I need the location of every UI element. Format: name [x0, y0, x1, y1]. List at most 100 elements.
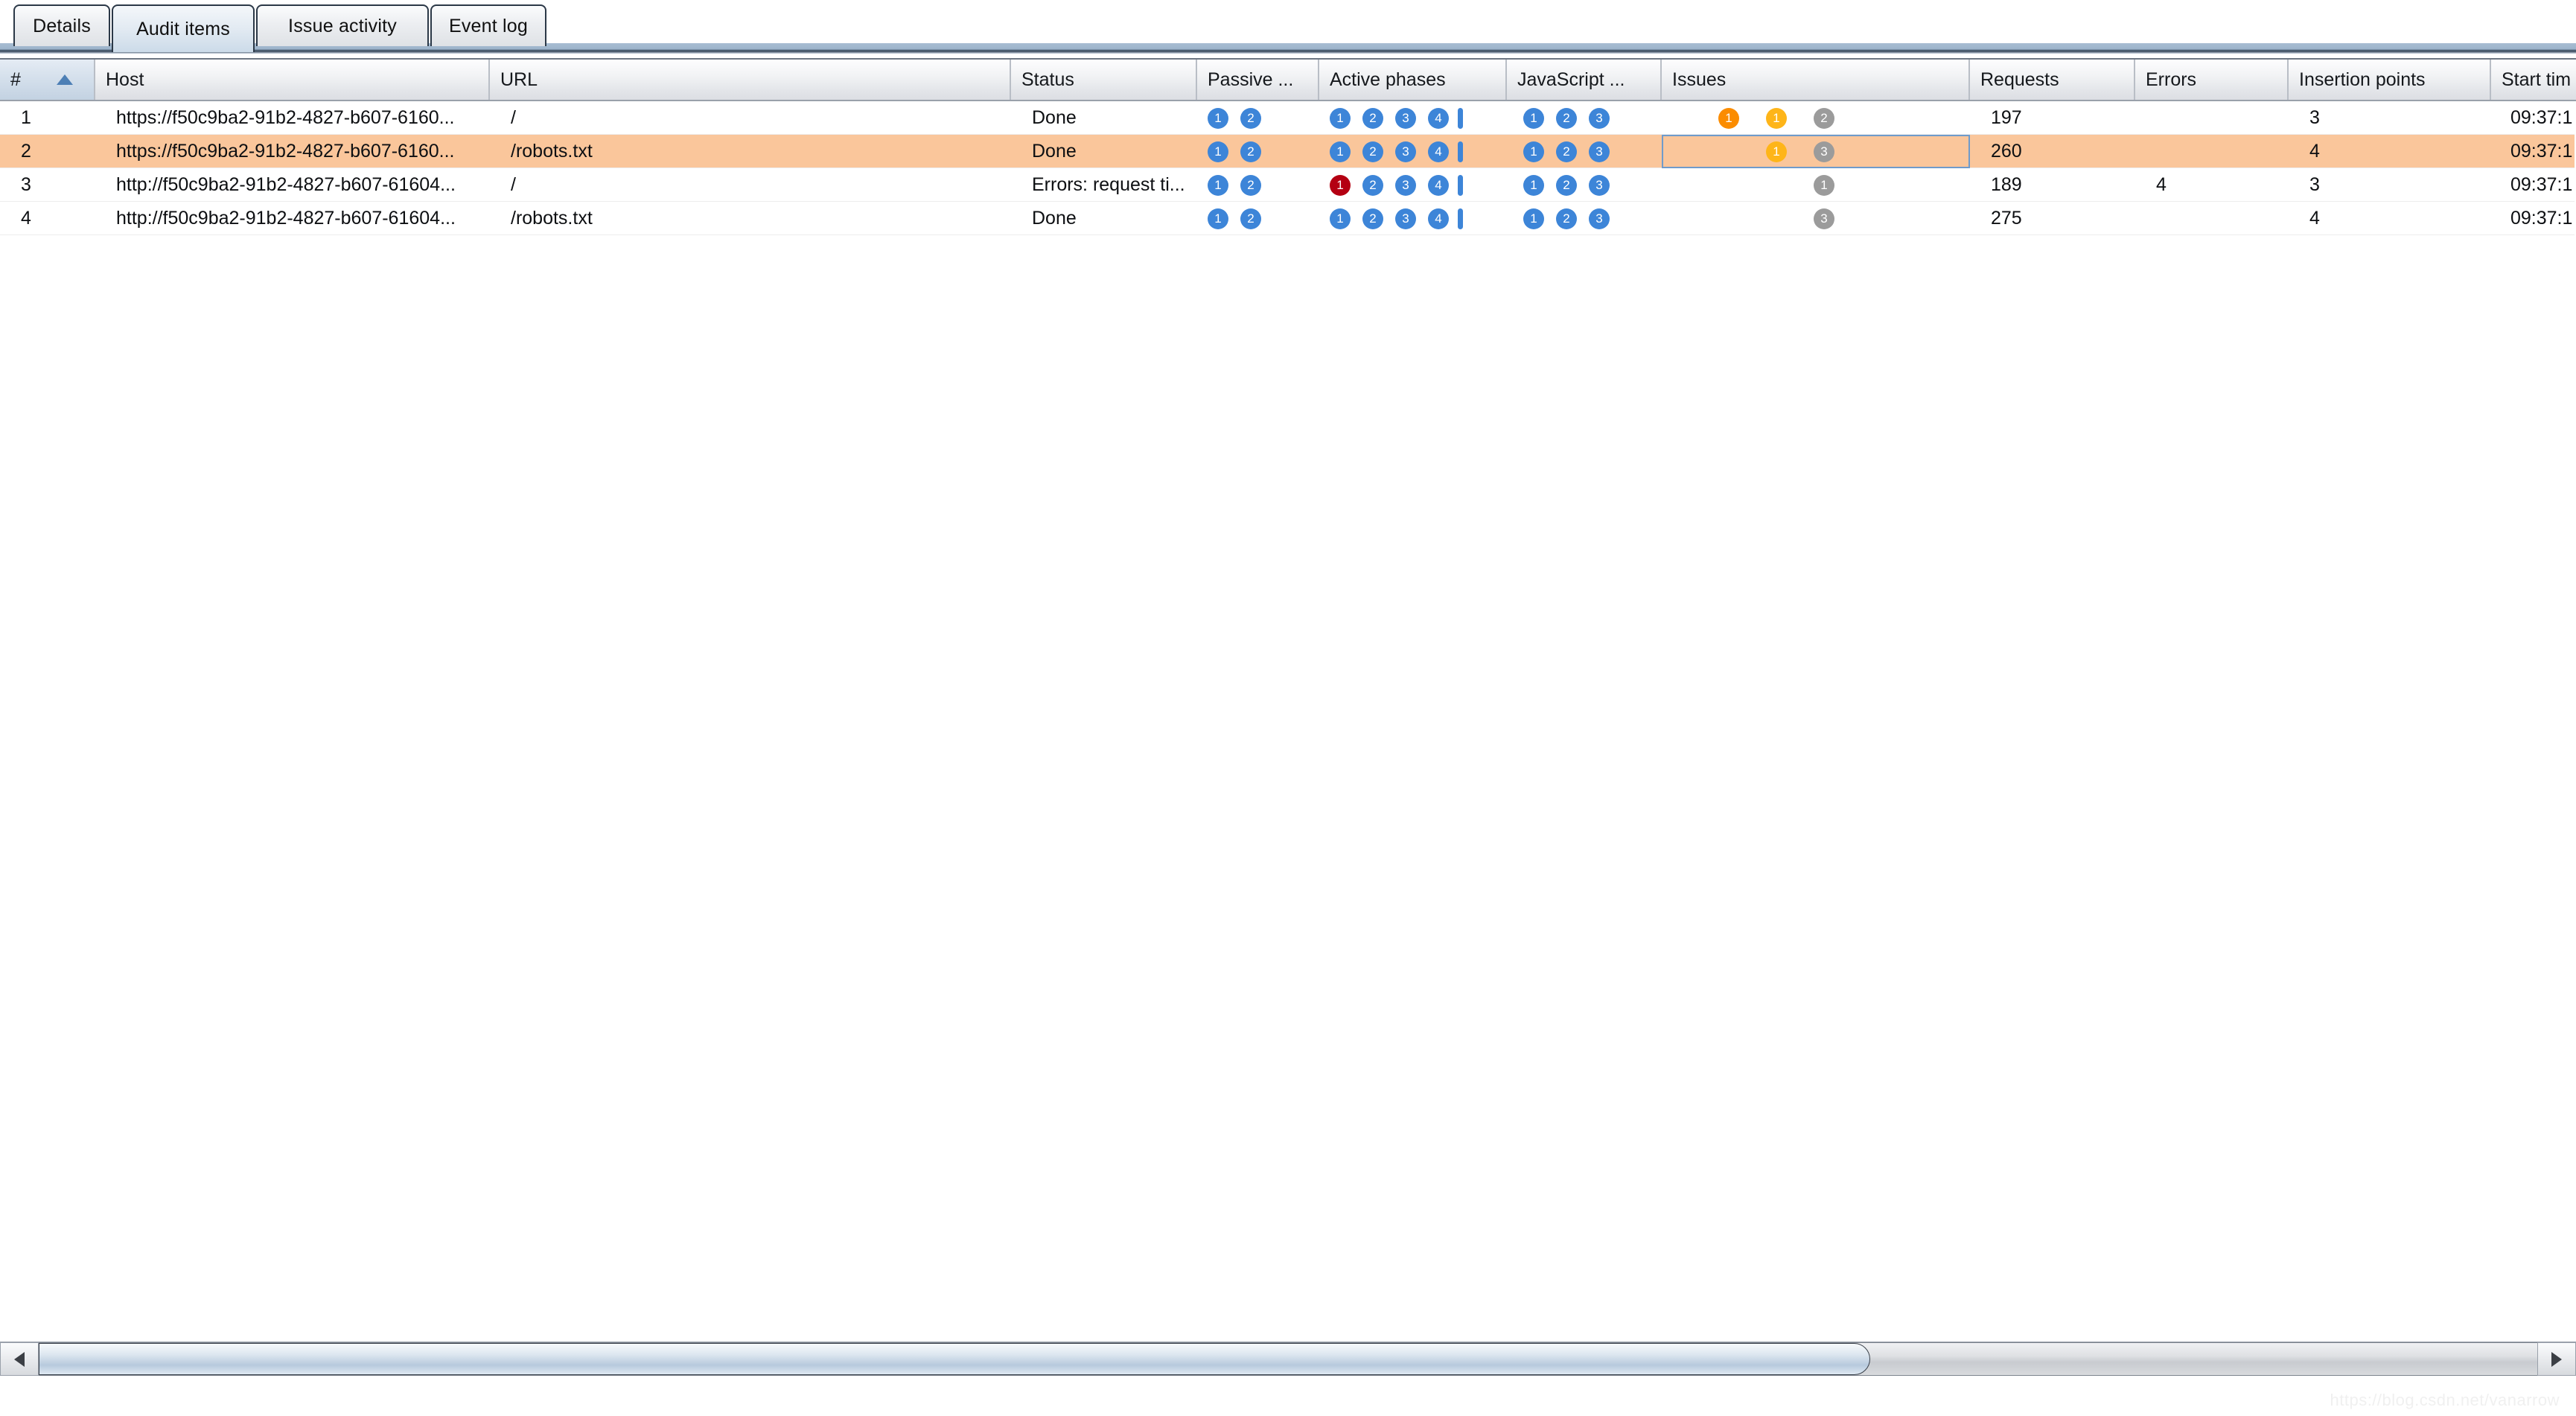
- phase-badge[interactable]: 1: [1208, 208, 1228, 229]
- phase-badge[interactable]: 3: [1589, 208, 1610, 229]
- scrollbar-thumb[interactable]: [39, 1343, 1870, 1375]
- row-cell-number[interactable]: 2: [10, 135, 92, 168]
- horizontal-scrollbar[interactable]: [0, 1342, 2576, 1376]
- phase-badge[interactable]: 1: [1523, 208, 1544, 229]
- scroll-right-button[interactable]: [2537, 1342, 2576, 1376]
- phase-badge[interactable]: 1: [1208, 108, 1228, 129]
- phase-badge[interactable]: 2: [1240, 208, 1261, 229]
- phase-badge[interactable]: 2: [1556, 108, 1577, 129]
- row-cell-requests[interactable]: 275: [1980, 202, 2129, 235]
- phase-badge[interactable]: 3: [1589, 141, 1610, 162]
- tab-event-log[interactable]: Event log: [430, 4, 546, 46]
- column-header-insertion-points[interactable]: Insertion points: [2289, 60, 2491, 100]
- phase-badge[interactable]: 1: [1330, 141, 1351, 162]
- column-header-javascript[interactable]: JavaScript ...: [1507, 60, 1662, 100]
- phase-badge[interactable]: 3: [1395, 175, 1416, 196]
- row-cell-host[interactable]: https://f50c9ba2-91b2-4827-b607-6160...: [106, 135, 485, 168]
- column-header-passive-phases[interactable]: Passive ...: [1197, 60, 1319, 100]
- column-header-start-time[interactable]: Start tim: [2491, 60, 2576, 100]
- tab-audit-items[interactable]: Audit items: [112, 4, 255, 52]
- row-cell-errors[interactable]: [2146, 101, 2280, 135]
- row-cell-start-time[interactable]: 09:37:1: [2500, 135, 2576, 168]
- phase-badge[interactable]: 3: [1395, 208, 1416, 229]
- row-cell-requests[interactable]: 260: [1980, 135, 2129, 168]
- phase-badge[interactable]: 3: [1589, 175, 1610, 196]
- row-cell-number[interactable]: 4: [10, 202, 92, 235]
- row-cell-host[interactable]: http://f50c9ba2-91b2-4827-b607-61604...: [106, 202, 485, 235]
- issue-severity-badge[interactable]: 3: [1814, 208, 1834, 229]
- row-cell-status[interactable]: Done: [1021, 101, 1197, 135]
- phase-badge[interactable]: 1: [1523, 141, 1544, 162]
- row-cell-start-time[interactable]: 09:37:1: [2500, 202, 2576, 235]
- phase-badge[interactable]: 2: [1240, 141, 1261, 162]
- issue-severity-badge[interactable]: 1: [1766, 108, 1787, 129]
- row-cell-status[interactable]: Errors: request ti...: [1021, 168, 1197, 202]
- phase-badge[interactable]: 2: [1556, 208, 1577, 229]
- row-cell-insertion-points[interactable]: 3: [2299, 101, 2485, 135]
- phase-badge[interactable]: 1: [1330, 108, 1351, 129]
- issue-severity-badge[interactable]: 2: [1814, 108, 1834, 129]
- row-cell-number[interactable]: 1: [10, 101, 92, 135]
- phase-badge[interactable]: 1: [1330, 208, 1351, 229]
- column-header-status[interactable]: Status: [1011, 60, 1197, 100]
- phase-badge[interactable]: 2: [1240, 108, 1261, 129]
- phase-badge[interactable]: 1: [1523, 175, 1544, 196]
- phase-badge[interactable]: 4: [1428, 108, 1449, 129]
- scrollbar-track[interactable]: [39, 1342, 2537, 1376]
- column-header-active-phases[interactable]: Active phases: [1319, 60, 1507, 100]
- row-cell-insertion-points[interactable]: 4: [2299, 135, 2485, 168]
- row-cell-url[interactable]: /robots.txt: [500, 135, 1007, 168]
- row-cell-insertion-points[interactable]: 3: [2299, 168, 2485, 202]
- row-cell-errors[interactable]: [2146, 202, 2280, 235]
- phase-badge[interactable]: 1: [1523, 108, 1544, 129]
- issue-severity-badge[interactable]: 1: [1718, 108, 1739, 129]
- issue-severity-badge[interactable]: 3: [1814, 141, 1834, 162]
- row-cell-url[interactable]: /: [500, 101, 1007, 135]
- row-cell-requests[interactable]: 197: [1980, 101, 2129, 135]
- tab-issue-activity[interactable]: Issue activity: [256, 4, 429, 46]
- row-cell-insertion-points[interactable]: 4: [2299, 202, 2485, 235]
- scroll-left-button[interactable]: [0, 1342, 39, 1376]
- row-cell-url[interactable]: /robots.txt: [500, 202, 1007, 235]
- row-cell-start-time[interactable]: 09:37:1: [2500, 168, 2576, 202]
- column-header-number[interactable]: #: [0, 60, 95, 100]
- table-row[interactable]: 2 https://f50c9ba2-91b2-4827-b607-6160...…: [0, 135, 2575, 168]
- phase-badge[interactable]: 2: [1556, 175, 1577, 196]
- table-row[interactable]: 4 http://f50c9ba2-91b2-4827-b607-61604...…: [0, 202, 2575, 235]
- row-cell-host[interactable]: http://f50c9ba2-91b2-4827-b607-61604...: [106, 168, 485, 202]
- row-cell-status[interactable]: Done: [1021, 135, 1197, 168]
- phase-badge[interactable]: 1: [1208, 141, 1228, 162]
- row-cell-errors[interactable]: [2146, 135, 2280, 168]
- tab-details[interactable]: Details: [13, 4, 110, 46]
- column-header-requests[interactable]: Requests: [1970, 60, 2135, 100]
- phase-badge[interactable]: 4: [1428, 141, 1449, 162]
- phase-badge[interactable]: 1: [1330, 175, 1351, 196]
- phase-badge[interactable]: 4: [1428, 175, 1449, 196]
- column-header-errors[interactable]: Errors: [2135, 60, 2289, 100]
- issue-severity-badge[interactable]: 1: [1766, 141, 1787, 162]
- phase-badge[interactable]: 3: [1589, 108, 1610, 129]
- phase-badge[interactable]: 2: [1362, 141, 1383, 162]
- phase-badge[interactable]: 2: [1362, 175, 1383, 196]
- row-cell-errors[interactable]: 4: [2146, 168, 2280, 202]
- phase-badge[interactable]: 2: [1362, 108, 1383, 129]
- issue-severity-badge[interactable]: 1: [1814, 175, 1834, 196]
- phase-badge[interactable]: 2: [1362, 208, 1383, 229]
- phase-badge[interactable]: 4: [1428, 208, 1449, 229]
- row-cell-requests[interactable]: 189: [1980, 168, 2129, 202]
- column-header-url[interactable]: URL: [490, 60, 1011, 100]
- phase-badge[interactable]: 2: [1240, 175, 1261, 196]
- table-row[interactable]: 3 http://f50c9ba2-91b2-4827-b607-61604...…: [0, 168, 2575, 202]
- row-cell-host[interactable]: https://f50c9ba2-91b2-4827-b607-6160...: [106, 101, 485, 135]
- row-cell-number[interactable]: 3: [10, 168, 92, 202]
- phase-badge[interactable]: 2: [1556, 141, 1577, 162]
- column-header-host[interactable]: Host: [95, 60, 490, 100]
- row-cell-status[interactable]: Done: [1021, 202, 1197, 235]
- column-header-issues[interactable]: Issues: [1662, 60, 1970, 100]
- phase-badge[interactable]: 1: [1208, 175, 1228, 196]
- phase-badge[interactable]: 3: [1395, 108, 1416, 129]
- table-row[interactable]: 1 https://f50c9ba2-91b2-4827-b607-6160...…: [0, 101, 2575, 135]
- phase-badge[interactable]: 3: [1395, 141, 1416, 162]
- row-cell-url[interactable]: /: [500, 168, 1007, 202]
- row-cell-start-time[interactable]: 09:37:1: [2500, 101, 2576, 135]
